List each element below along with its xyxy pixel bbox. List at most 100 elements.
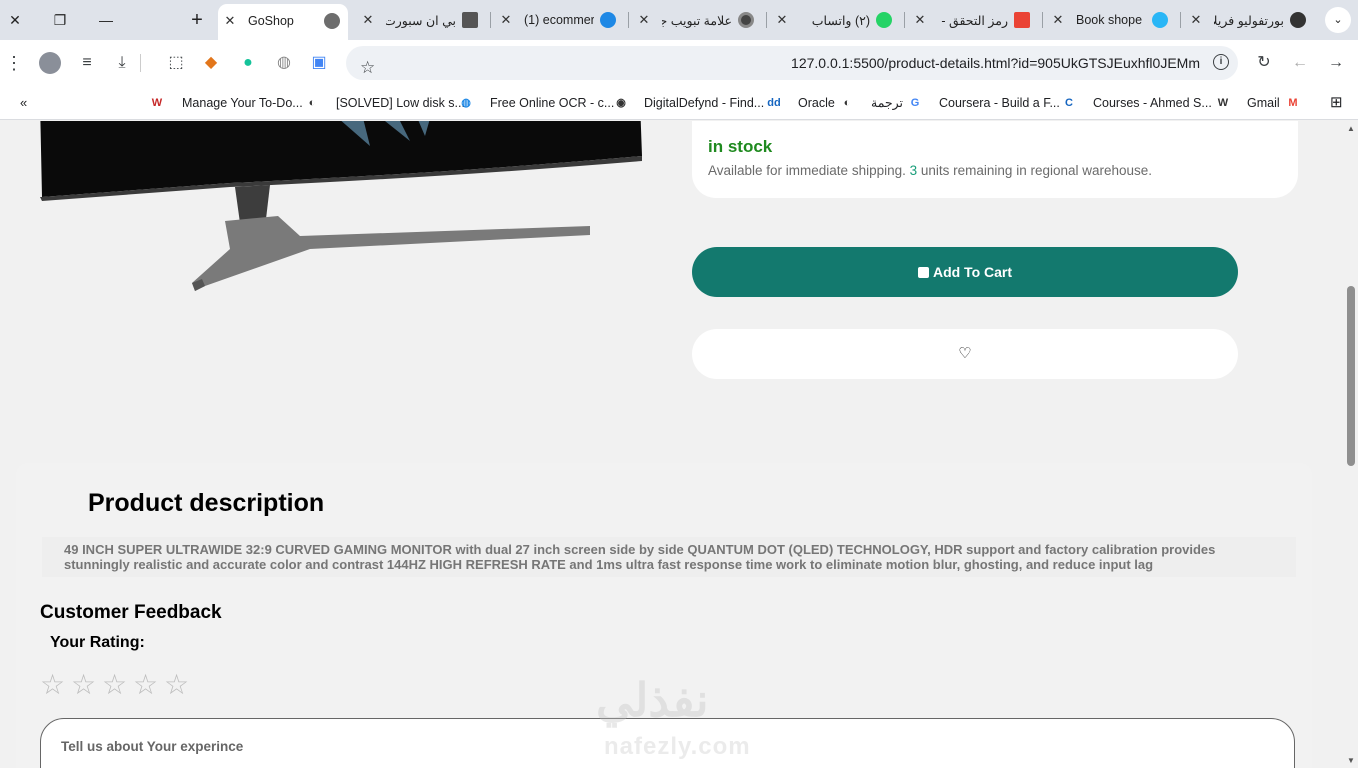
description-text: 49 INCH SUPER ULTRAWIDE 32:9 CURVED GAMI… (64, 542, 1216, 572)
wishlist-button[interactable]: ♡ (692, 329, 1238, 379)
whatsapp-icon (876, 12, 892, 28)
close-icon[interactable]: ✕ (774, 12, 790, 28)
bookmark-icon: ◐ (843, 97, 851, 109)
reading-list-icon[interactable]: ≡ (76, 52, 98, 74)
close-icon[interactable]: ✕ (1188, 12, 1204, 28)
bookmark-icon: G (910, 97, 920, 109)
app-icon (1152, 12, 1168, 28)
tab-goshop[interactable]: ✕ GoShop (218, 4, 348, 40)
reload-icon[interactable]: ↻ (1253, 52, 1275, 74)
apps-grid-icon[interactable]: ⊞ (1330, 93, 1343, 113)
tab-book-shope[interactable]: ✕ Book shope (1046, 6, 1176, 34)
vpn-globe-icon[interactable]: ◍ (273, 52, 295, 74)
bookmark-coursera[interactable]: Coursera - Build a F... (939, 93, 1060, 113)
site-info-icon[interactable]: i (1213, 54, 1229, 70)
tab-ecommerce[interactable]: ✕ (1) ecommerce (494, 6, 624, 34)
product-image (40, 121, 642, 291)
tab-gmail-verification[interactable]: ✕ رمز التحقق - (908, 6, 1038, 34)
page-scrollbar[interactable]: ▲ ▼ (1344, 121, 1358, 768)
close-icon[interactable]: ✕ (360, 12, 376, 28)
bookmark-digitaldefynd[interactable]: DigitalDefynd - Find... (644, 93, 764, 113)
globe-icon (324, 13, 340, 29)
metamask-icon[interactable]: ◆ (200, 52, 222, 74)
tab-portfolio[interactable]: ✕ بورتفوليو فريلانسر (1184, 6, 1314, 34)
gmail-icon (1014, 12, 1030, 28)
new-tab-button[interactable]: + (184, 8, 210, 32)
bookmark-oracle[interactable]: Oracle (798, 93, 835, 113)
bookmark-low-disk[interactable]: [SOLVED] Low disk s... (336, 93, 465, 113)
star-icon[interactable]: ☆ (164, 669, 191, 701)
stock-status: in stock (708, 137, 773, 156)
sports-icon (462, 12, 478, 28)
bookmark-icon: W (1217, 97, 1229, 109)
bookmark-icon: ◐ (308, 97, 316, 109)
stock-card: in stock Available for immediate shippin… (692, 121, 1298, 198)
scroll-up-icon[interactable]: ▲ (1347, 124, 1355, 133)
profile-avatar[interactable] (39, 52, 61, 74)
bookmarks-chevron-icon[interactable]: « (20, 93, 27, 113)
star-icon[interactable]: ☆ (40, 669, 67, 701)
shopping-bag-icon (917, 267, 929, 278)
star-icon[interactable]: ☆ (71, 669, 98, 701)
bookmark-gmail[interactable]: Gmail (1247, 93, 1280, 113)
bookmark-todo[interactable]: Manage Your To-Do... (182, 93, 303, 113)
tab-search-button[interactable]: ⌄ (1325, 7, 1351, 33)
tab-title: Book shope (1076, 13, 1143, 27)
bookmark-star-icon[interactable]: ☆ (360, 52, 387, 84)
bookmark-translate[interactable]: ترجمة (871, 93, 903, 113)
toolbar-divider (140, 54, 141, 72)
url-text[interactable]: 127.0.0.1:5500/product-details.html?id=9… (791, 55, 1200, 71)
stock-units: 3 (909, 163, 918, 178)
bookmark-courses[interactable]: Courses - Ahmed S... (1093, 93, 1212, 113)
bookmark-ocr[interactable]: Free Online OCR - c... (490, 93, 614, 113)
address-bar[interactable]: ☆ 127.0.0.1:5500/product-details.html?id… (346, 46, 1238, 80)
tab-separator (1042, 12, 1043, 28)
tab-bein-sport[interactable]: ✕ بي ان سبورت (356, 6, 486, 34)
scroll-down-icon[interactable]: ▼ (1347, 756, 1355, 765)
translate-icon[interactable]: ▣ (308, 52, 330, 74)
bookmark-icon: dd (767, 97, 781, 109)
stock-detail-prefix: Available for immediate shipping. (708, 163, 910, 178)
close-icon[interactable]: ✕ (636, 12, 652, 28)
download-icon[interactable]: ⤓ (111, 52, 133, 74)
close-window-button[interactable]: ✕ (2, 8, 28, 32)
minimize-window-button[interactable]: — (93, 8, 119, 32)
tab-title: بي ان سبورت (386, 14, 456, 28)
tab-separator (1180, 12, 1181, 28)
star-icon[interactable]: ☆ (133, 669, 160, 701)
tab-title: علامة تبويب جديدة (662, 14, 732, 28)
openai-icon (1290, 12, 1306, 28)
browser-toolbar: ⋮ ≡ ⤓ ⬚ ◆ ● ◍ ▣ ☆ 127.0.0.1:5500/product… (0, 40, 1358, 86)
chrome-icon (738, 12, 754, 28)
star-icon[interactable]: ☆ (102, 669, 129, 701)
tab-new-tab[interactable]: ✕ علامة تبويب جديدة (632, 6, 762, 34)
watermark: نفذلي nafezly.com (596, 673, 766, 768)
bookmark-icon: C (1065, 97, 1073, 109)
tab-whatsapp[interactable]: ✕ (٢) واتساب (770, 6, 900, 34)
bookmark-icon: ◍ (461, 97, 471, 109)
close-icon[interactable]: ✕ (498, 12, 514, 28)
tab-separator (766, 12, 767, 28)
tab-separator (490, 12, 491, 28)
bookmarks-bar: « W Manage Your To-Do... ◐ [SOLVED] Low … (0, 86, 1358, 120)
rating-stars: ☆ ☆ ☆ ☆ ☆ (40, 669, 195, 701)
tab-title: GoShop (248, 14, 294, 28)
close-icon[interactable]: ✕ (1050, 12, 1066, 28)
close-icon[interactable]: ✕ (912, 12, 928, 28)
watermark-latin: nafezly.com (604, 733, 751, 760)
scrollbar-thumb[interactable] (1347, 286, 1355, 466)
restore-window-button[interactable]: ❐ (47, 8, 73, 32)
close-icon[interactable]: ✕ (222, 13, 238, 29)
tab-title: (٢) واتساب (811, 14, 870, 28)
heart-icon: ♡ (958, 345, 972, 362)
tab-title: بورتفوليو فريلانسر (1214, 14, 1284, 28)
extensions-icon[interactable]: ⬚ (165, 52, 187, 74)
grammarly-icon[interactable]: ● (237, 52, 259, 74)
add-to-cart-button[interactable]: Add To Cart (692, 247, 1238, 297)
menu-dots-icon[interactable]: ⋮ (3, 52, 25, 74)
add-to-cart-label: Add To Cart (932, 264, 1013, 280)
back-icon[interactable]: → (1325, 52, 1347, 74)
forward-icon[interactable]: ← (1289, 52, 1311, 74)
tab-title: رمز التحقق - (941, 14, 1008, 28)
tab-title: (1) ecommerce (524, 13, 594, 27)
